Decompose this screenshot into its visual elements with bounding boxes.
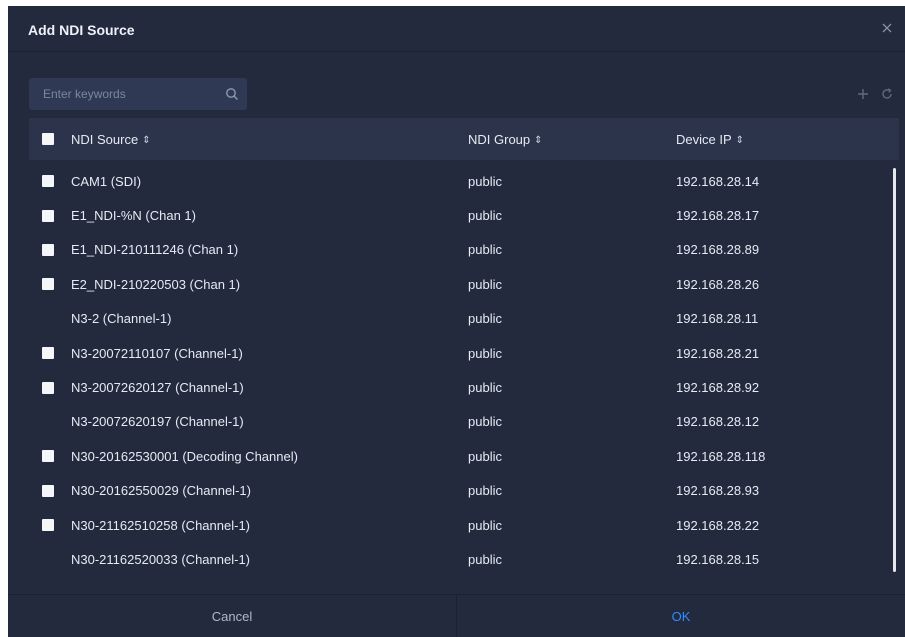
- ndi-source-cell: N30-21162510258 (Channel-1): [71, 517, 250, 533]
- table-row[interactable]: E1_NDI-%N (Chan 1) public 192.168.28.17: [29, 198, 899, 232]
- sort-icon[interactable]: ⇕: [142, 135, 150, 146]
- plus-icon[interactable]: [855, 86, 871, 102]
- table-row[interactable]: N3-2 (Channel-1) public 192.168.28.11: [29, 302, 899, 336]
- sort-icon[interactable]: ⇕: [736, 135, 744, 146]
- ndi-source-cell: N3-20072110107 (Channel-1): [71, 345, 243, 361]
- ndi-source-cell: E2_NDI-210220503 (Chan 1): [71, 276, 241, 292]
- add-ndi-source-dialog: Add NDI Source NDI Source⇕: [8, 6, 905, 637]
- ndi-group-cell: public: [468, 173, 502, 189]
- ndi-source-cell: N30-21162520033 (Channel-1): [71, 551, 250, 567]
- table-row[interactable]: N3-20072620127 (Channel-1) public 192.16…: [29, 370, 899, 404]
- ndi-source-cell: N3-20072620197 (Channel-1): [71, 414, 244, 430]
- column-label: Device IP: [676, 131, 732, 147]
- ndi-group-cell: public: [468, 276, 502, 292]
- ndi-group-cell: public: [468, 208, 502, 224]
- device-ip-cell: 192.168.28.92: [676, 380, 760, 396]
- table-row[interactable]: E1_NDI-210111246 (Chan 1) public 192.168…: [29, 233, 899, 267]
- column-label: NDI Group: [468, 131, 531, 147]
- table-row[interactable]: N30-20162530001 (Decoding Channel) publi…: [29, 439, 899, 473]
- row-checkbox[interactable]: [42, 347, 54, 360]
- table-row[interactable]: N3-20072620197 (Channel-1) public 192.16…: [29, 405, 899, 439]
- search-icon[interactable]: [217, 78, 247, 110]
- ndi-source-cell: N3-20072620127 (Channel-1): [71, 380, 244, 396]
- column-label: NDI Source: [71, 131, 139, 147]
- device-ip-cell: 192.168.28.22: [676, 517, 760, 533]
- table-header: NDI Source ⇕ NDI Group ⇕ Device IP ⇕: [29, 118, 899, 160]
- dialog-title: Add NDI Source: [28, 22, 135, 38]
- ndi-source-cell: CAM1 (SDI): [71, 173, 142, 189]
- sort-icon[interactable]: ⇕: [534, 135, 542, 146]
- ndi-group-cell: public: [468, 380, 502, 396]
- row-checkbox[interactable]: [42, 243, 54, 256]
- row-checkbox[interactable]: [42, 209, 54, 222]
- device-ip-cell: 192.168.28.21: [676, 345, 760, 361]
- vertical-scrollbar[interactable]: [893, 168, 896, 572]
- dialog-footer: Cancel OK: [8, 594, 905, 637]
- row-checkbox[interactable]: [42, 519, 54, 532]
- device-ip-cell: 192.168.28.15: [676, 551, 760, 567]
- ok-button[interactable]: OK: [457, 595, 905, 637]
- ndi-group-cell: public: [468, 551, 502, 567]
- row-checkbox[interactable]: [42, 484, 54, 497]
- ndi-group-cell: public: [468, 517, 502, 533]
- ndi-group-cell: public: [468, 483, 502, 499]
- table-row[interactable]: CAM1 (SDI) public 192.168.28.14: [29, 164, 899, 198]
- device-ip-cell: 192.168.28.14: [676, 173, 760, 189]
- row-checkbox[interactable]: [42, 450, 54, 463]
- ndi-group-cell: public: [468, 345, 502, 361]
- table-row[interactable]: N30-21162510258 (Channel-1) public 192.1…: [29, 508, 899, 542]
- ndi-group-cell: public: [468, 414, 502, 430]
- table-row[interactable]: N30-20162550029 (Channel-1) public 192.1…: [29, 474, 899, 508]
- row-checkbox[interactable]: [42, 278, 54, 291]
- ndi-source-cell: N30-20162550029 (Channel-1): [71, 483, 251, 499]
- table-row[interactable]: N30-21162520033 (Channel-1) public 192.1…: [29, 542, 899, 576]
- ndi-source-cell: E1_NDI-%N (Chan 1): [71, 208, 196, 224]
- ndi-group-cell: public: [468, 448, 502, 464]
- device-ip-cell: 192.168.28.93: [676, 483, 760, 499]
- device-ip-cell: 192.168.28.26: [676, 276, 760, 292]
- search-input[interactable]: [29, 78, 217, 110]
- search-box: [29, 78, 247, 110]
- device-ip-cell: 192.168.28.17: [676, 208, 760, 224]
- ndi-group-cell: public: [468, 311, 502, 327]
- table-body: CAM1 (SDI) public 192.168.28.14 E1_NDI-%…: [29, 164, 899, 590]
- device-ip-cell: 192.168.28.11: [676, 311, 759, 327]
- row-checkbox[interactable]: [42, 175, 54, 188]
- row-checkbox[interactable]: [42, 381, 54, 394]
- column-header-ndi-source[interactable]: NDI Source ⇕: [67, 132, 468, 147]
- table-row[interactable]: E2_NDI-210220503 (Chan 1) public 192.168…: [29, 267, 899, 301]
- select-all-checkbox[interactable]: [42, 133, 54, 145]
- cancel-button[interactable]: Cancel: [8, 595, 457, 637]
- device-ip-cell: 192.168.28.12: [676, 414, 760, 430]
- ndi-source-cell: E1_NDI-210111246 (Chan 1): [71, 242, 239, 258]
- column-header-device-ip[interactable]: Device IP ⇕: [676, 132, 899, 147]
- device-ip-cell: 192.168.28.89: [676, 242, 760, 258]
- close-icon[interactable]: [879, 20, 895, 36]
- column-header-ndi-group[interactable]: NDI Group ⇕: [468, 132, 676, 147]
- ndi-group-cell: public: [468, 242, 502, 258]
- ndi-source-cell: N3-2 (Channel-1): [71, 311, 172, 327]
- table-row[interactable]: N3-20072110107 (Channel-1) public 192.16…: [29, 336, 899, 370]
- dialog-header: Add NDI Source: [8, 6, 905, 52]
- ndi-source-cell: N30-20162530001 (Decoding Channel): [71, 448, 298, 464]
- refresh-icon[interactable]: [879, 86, 895, 102]
- device-ip-cell: 192.168.28.118: [676, 448, 766, 464]
